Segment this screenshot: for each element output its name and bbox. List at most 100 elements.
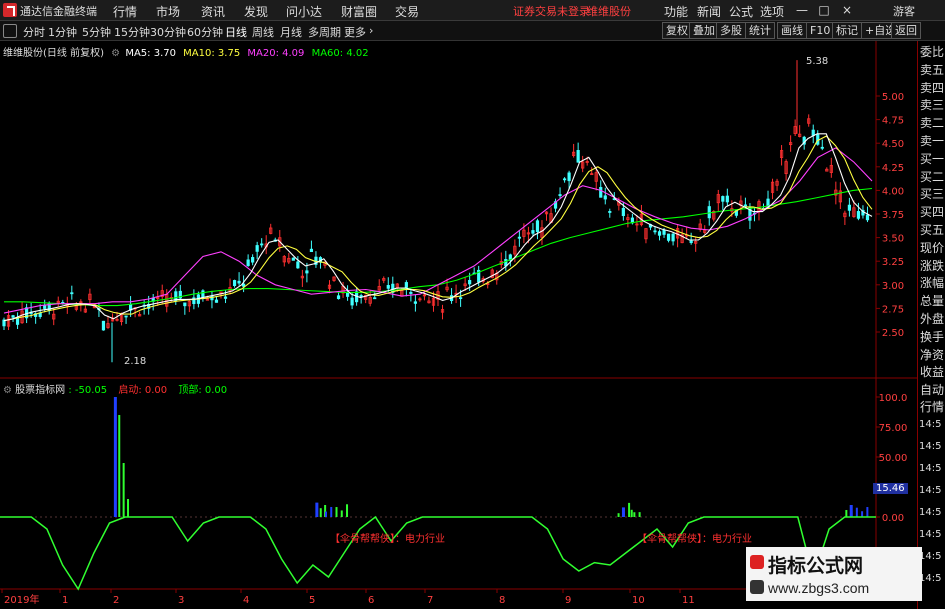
menu-item-trade[interactable]: 交易 [395,3,419,20]
kline-svg[interactable]: 5.00 4.75 4.50 4.25 4.00 3.75 3.50 3.25 3.00 2.75… [0,41,917,609]
overlay-button[interactable]: 叠加 [689,22,719,39]
indicator-bar-small [850,511,853,517]
stock-notice[interactable]: 维维股份 [587,3,631,19]
time-tick-label: 4 [243,595,249,606]
tab-30min[interactable]: 30分钟 [150,24,186,40]
menu-item-function[interactable]: 功能 [664,3,688,20]
close-icon[interactable]: × [838,2,856,18]
candle-body [305,270,309,274]
tab-daily[interactable]: 日线 [225,24,247,40]
candle-body [531,230,535,234]
return-button[interactable]: 返回 [891,22,921,39]
quote-field-8: 买三 [920,187,945,202]
candle-body [468,280,472,285]
trade-time-3: 14:5 [919,485,942,496]
time-tick-label: 7 [427,595,433,606]
candle-body [662,229,666,235]
candle-body [43,304,47,309]
indicator-tick-label: 50.00 [879,453,908,464]
indicator-bar-small [330,506,333,517]
candle-body [214,299,219,303]
watermark-globe-icon [750,580,764,594]
quote-lower-1[interactable]: 行情 [920,399,945,415]
candle-body [15,317,20,325]
minimize-icon[interactable]: — [793,2,811,18]
price-tick-label: 4.25 [882,163,904,174]
candle-body [101,320,106,331]
time-tick-label: 1 [62,595,68,606]
quote-field-11: 现价 [920,240,945,255]
candle-body [124,315,128,318]
indicator-bar-small [324,511,327,517]
trade-time-7: 14:5 [919,573,942,584]
multi-stock-button[interactable]: 多股 [716,22,746,39]
tab-weekly[interactable]: 周线 [252,24,274,40]
indicator-bar-small [617,513,620,517]
quote-lower-0[interactable]: 自动 [920,382,945,398]
candle-body [707,206,711,219]
menu-item-formula[interactable]: 公式 [729,3,753,20]
price-tick-label: 4.50 [882,139,904,150]
watermark: 指标公式网 www.zbgs3.com [746,547,922,601]
indicator-bar-blue [113,397,117,517]
indicator-tick-label: 100.0 [879,393,908,404]
tab-15min[interactable]: 15分钟 [114,24,150,40]
price-tick-label: 2.50 [882,328,904,339]
price-tick-label: 3.75 [882,210,904,221]
menu-item-wealth[interactable]: 财富圈 [341,3,377,20]
watermark-logo-icon [750,555,764,569]
chevron-right-icon[interactable]: › [369,24,373,37]
menu-item-ask[interactable]: 问小达 [286,3,322,20]
ma20-label: MA20: 4.09 [247,48,305,59]
menu-item-discover[interactable]: 发现 [244,3,268,20]
maximize-icon[interactable]: □ [815,2,833,18]
adjust-button[interactable]: 复权 [662,22,692,39]
high-price-label: 5.38 [806,56,829,67]
time-tick-label: 3 [178,595,184,606]
tab-1min[interactable]: 1分钟 [48,24,77,40]
menu-item-newsflash[interactable]: 新闻 [697,3,721,20]
tab-monthly[interactable]: 月线 [280,24,302,40]
indicator-bar-small [866,507,869,517]
ma5-label: MA5: 3.70 [125,48,176,59]
candle-body [409,291,413,294]
quote-field-3: 卖三 [920,98,945,113]
tab-5min[interactable]: 5分钟 [82,24,111,40]
app-title: 通达信金融终端 [20,5,97,18]
price-tick-label: 3.50 [882,234,904,245]
settings-icon[interactable]: ⚙ [111,48,120,59]
indicator-bar-small [845,510,848,517]
menu-bar: 通达信金融终端 行情 市场 资讯 发现 问小达 财富圈 交易 证券交易未登录 维… [0,0,945,21]
menu-item-options[interactable]: 选项 [760,3,784,20]
time-tick-label: 10 [632,595,645,606]
candle-body [246,259,250,266]
stats-button[interactable]: 统计 [745,22,775,39]
low-price-label: 2.18 [124,356,147,367]
price-tick-label: 3.25 [882,257,904,268]
candle-body [811,129,815,136]
guest-label[interactable]: 游客 [893,3,915,19]
candle-body [260,243,264,246]
current-price-tag: 15.46 [873,483,908,494]
tab-multi-period[interactable]: 多周期 [308,24,341,40]
menu-item-quotes[interactable]: 行情 [113,3,137,20]
f10-button[interactable]: F10 [806,22,835,39]
candle-body [309,248,314,253]
mark-button[interactable]: 标记 [832,22,862,39]
quote-field-1: 卖五 [920,62,945,77]
indicator-bar-green [630,509,633,517]
draw-button[interactable]: 画线 [777,22,807,39]
indicator-settings-icon[interactable]: ⚙ [3,385,12,396]
tab-more[interactable]: 更多 [344,24,366,40]
tab-60min[interactable]: 60分钟 [187,24,223,40]
candle-body [567,172,571,182]
login-notice[interactable]: 证券交易未登录 [513,3,590,19]
candle-body [725,195,729,203]
quote-field-5: 卖一 [920,134,945,148]
candle-body [201,290,205,298]
tab-intraday[interactable]: 分时 [23,24,45,40]
menu-item-market[interactable]: 市场 [156,3,180,20]
back-arrow-icon[interactable] [3,24,17,38]
menu-item-news[interactable]: 资讯 [201,3,225,20]
indicator-bar-green [118,415,121,517]
